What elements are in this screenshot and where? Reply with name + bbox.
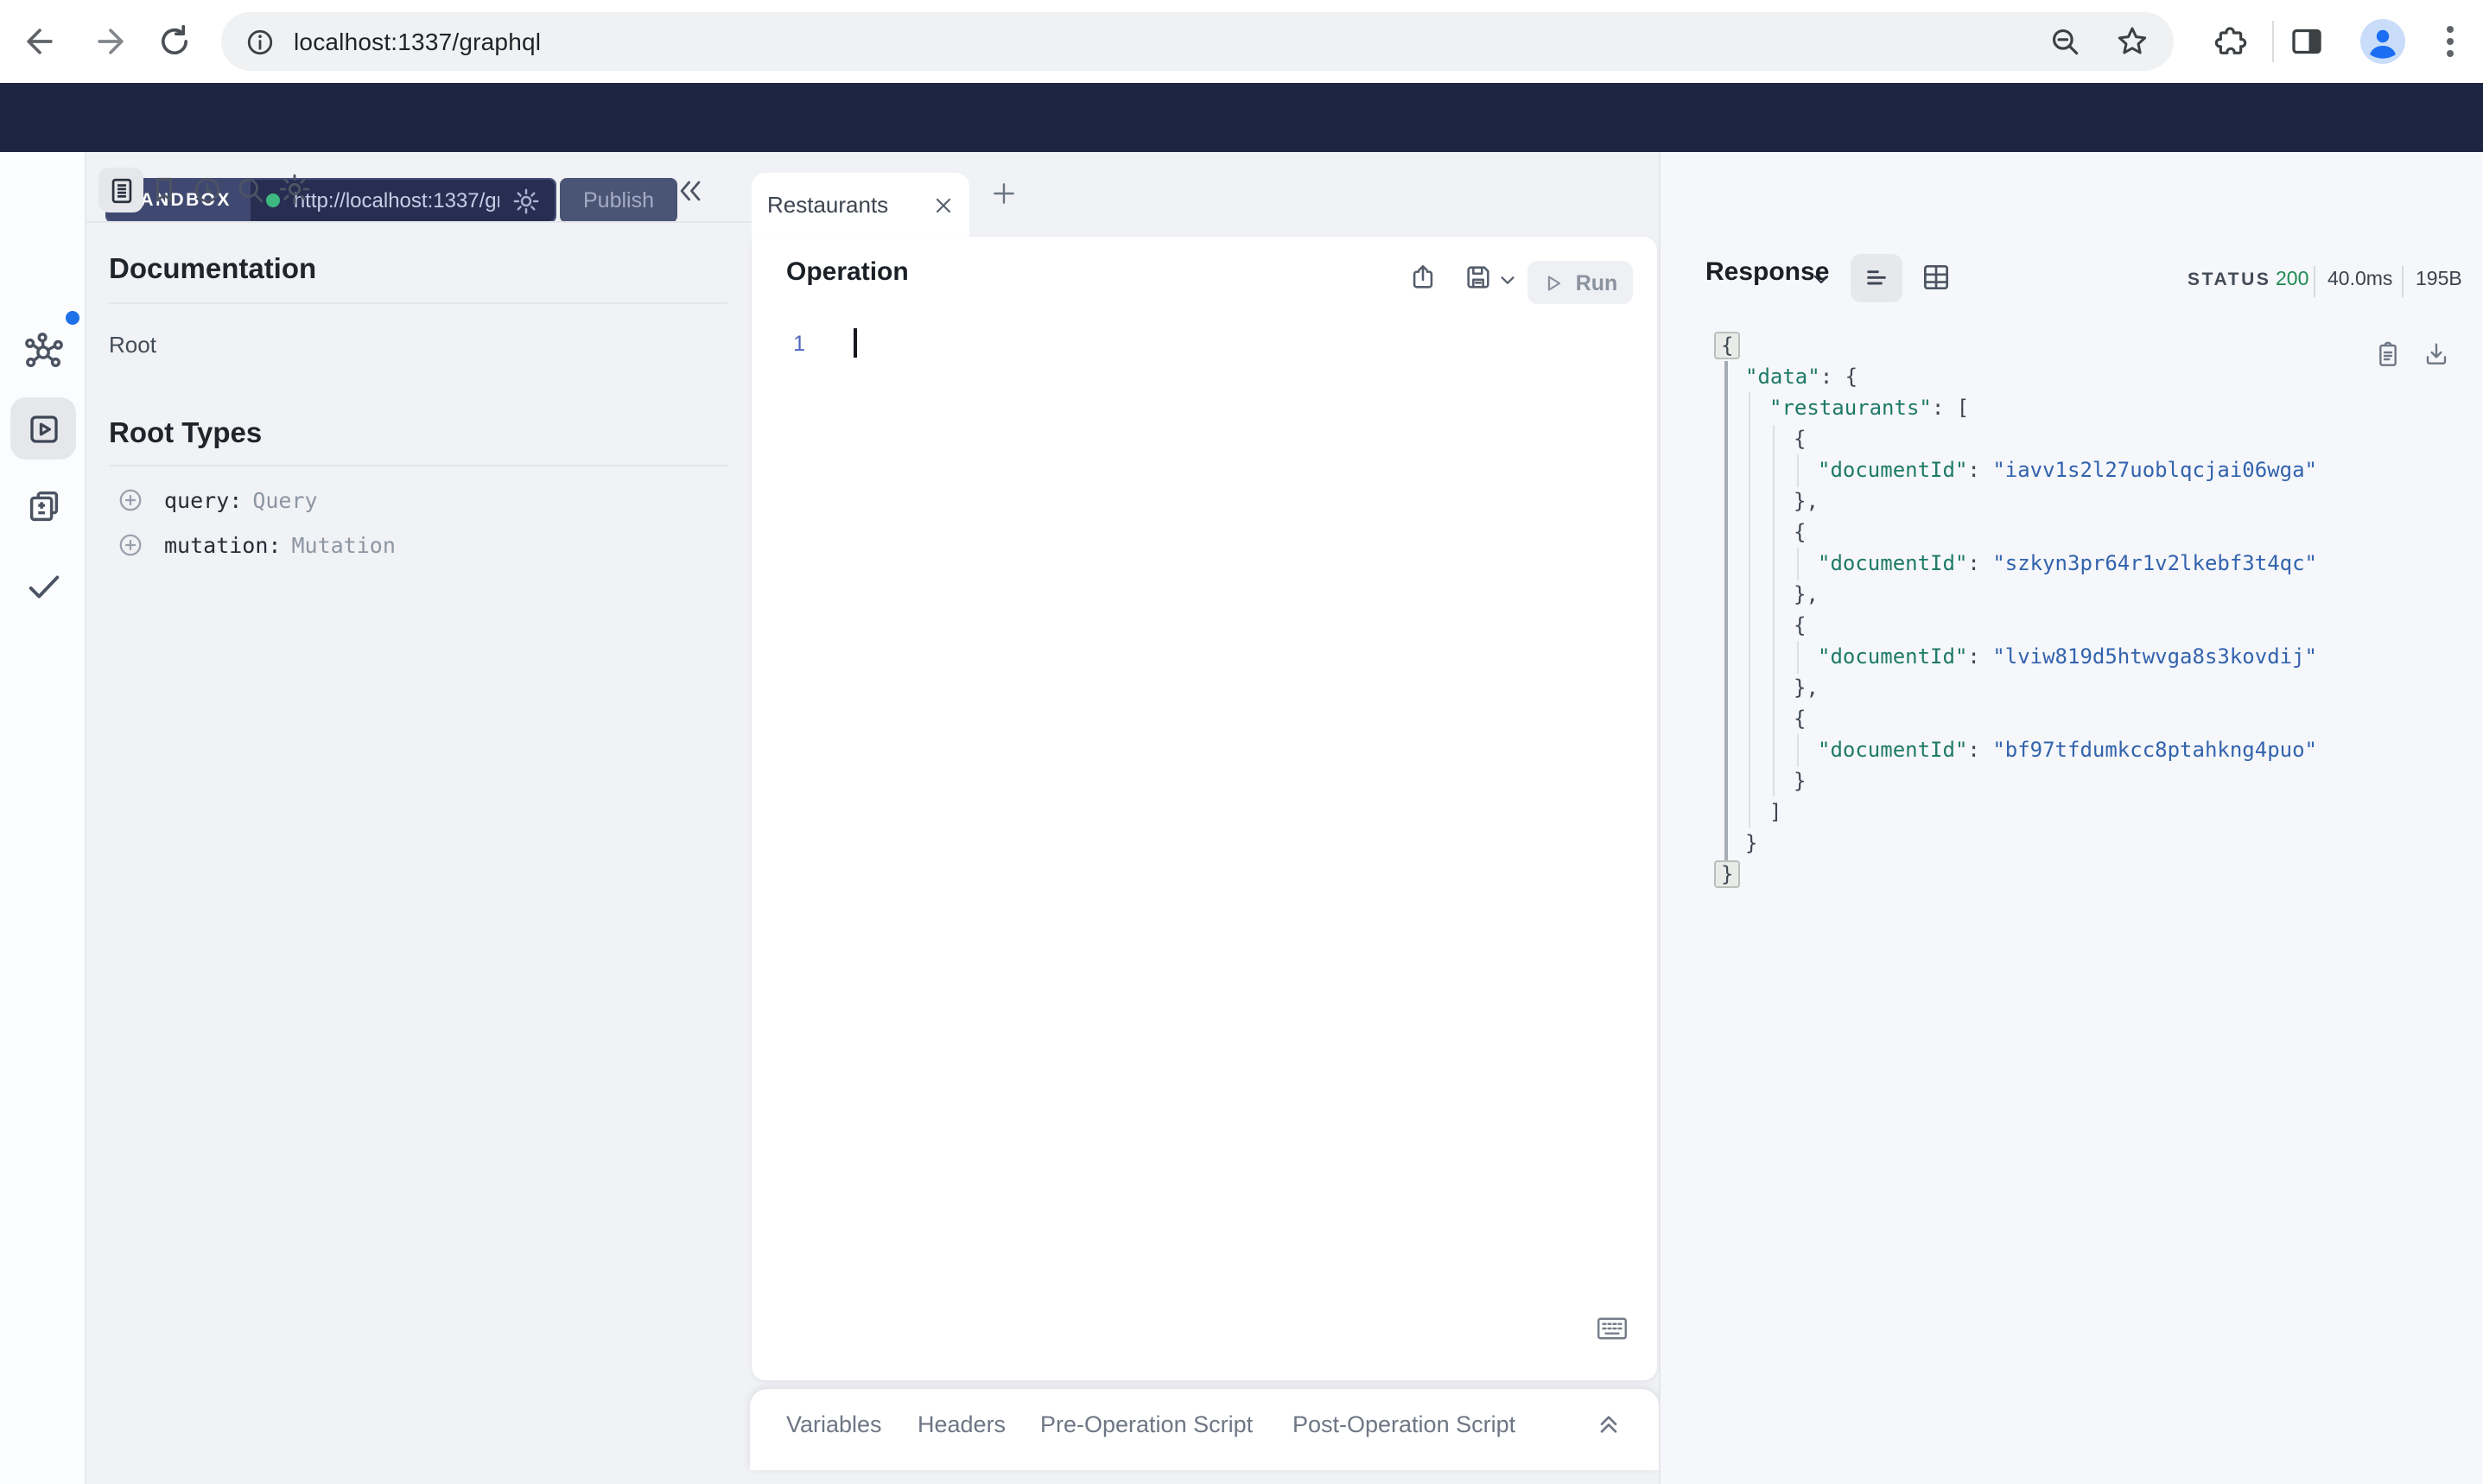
response-menu-chevron-icon[interactable]	[1811, 270, 1832, 290]
collapse-panel-icon[interactable]	[676, 176, 705, 206]
root-type-field[interactable]: query:	[164, 487, 242, 513]
new-tab-icon[interactable]	[990, 180, 1018, 207]
checks-icon[interactable]	[24, 567, 64, 606]
response-json-line: "documentId": "lviw819d5htwvga8s3kovdij"	[1818, 644, 2317, 669]
endpoint-settings-gear-icon[interactable]	[513, 187, 539, 213]
json-view-toggle[interactable]	[1851, 254, 1902, 302]
settings-gear-icon[interactable]	[278, 173, 311, 206]
root-type-name[interactable]: Query	[252, 487, 317, 513]
stat-divider	[2314, 266, 2315, 297]
toolbar-divider	[2272, 21, 2274, 62]
url-text[interactable]: localhost:1337/graphql	[294, 28, 2049, 55]
profile-avatar[interactable]	[2360, 19, 2405, 64]
browser-toolbar: localhost:1337/graphql	[0, 0, 2483, 83]
status-code: 200	[2276, 270, 2309, 290]
copy-response-icon[interactable]	[2374, 340, 2402, 368]
divider	[109, 465, 727, 466]
history-clock-icon[interactable]	[192, 174, 223, 206]
save-menu-chevron-icon[interactable]	[1498, 271, 1517, 290]
root-type-name[interactable]: Mutation	[291, 532, 395, 558]
collections-icon[interactable]	[24, 487, 64, 527]
tab-pre-operation-script[interactable]: Pre-Operation Script	[1040, 1411, 1253, 1437]
status-label: STATUS	[2188, 270, 2271, 290]
share-icon[interactable]	[1408, 263, 1438, 292]
response-json-line: }	[1794, 769, 1807, 793]
response-json-line: },	[1794, 489, 1819, 513]
extensions-icon[interactable]	[2213, 24, 2251, 62]
response-json-line: {	[1794, 613, 1807, 637]
tab-variables[interactable]: Variables	[786, 1411, 882, 1437]
close-tab-icon[interactable]	[933, 194, 954, 215]
tab-post-operation-script[interactable]: Post-Operation Script	[1292, 1411, 1515, 1437]
response-json-line: ]	[1769, 800, 1782, 824]
sandbox-header: A SANDBOX http://localhost:1337/gra... P…	[0, 83, 2483, 224]
response-json-line: "documentId": "iavv1s2l27uoblqcjai06wga"	[1818, 458, 2317, 482]
response-json-line: }	[1714, 859, 2317, 890]
explorer-nav-item[interactable]	[10, 397, 76, 460]
response-json-line: "restaurants": [	[1769, 396, 1970, 420]
response-json-line: "documentId": "bf97tfdumkcc8ptahkng4puo"	[1818, 738, 2317, 762]
keyboard-shortcuts-icon[interactable]	[1597, 1316, 1628, 1341]
zoom-out-icon[interactable]	[2049, 25, 2082, 58]
bookmark-star-icon[interactable]	[2115, 24, 2150, 59]
response-json-line: {	[1714, 330, 2317, 361]
response-json-line: "documentId": "szkyn3pr64r1v2lkebf3t4qc"	[1818, 551, 2317, 575]
search-icon[interactable]	[235, 174, 266, 206]
docs-title: Documentation	[109, 254, 317, 285]
left-nav-rail	[0, 152, 86, 1484]
reload-icon[interactable]	[156, 22, 194, 60]
forward-icon[interactable]	[92, 22, 130, 60]
operation-editor-area[interactable]	[786, 320, 1633, 1287]
run-play-icon	[1543, 272, 1564, 293]
rail-notification-dot	[66, 311, 79, 325]
save-icon[interactable]	[1464, 263, 1493, 292]
fold-marker[interactable]: {	[1714, 332, 1741, 359]
browser-menu-icon[interactable]	[2433, 22, 2467, 60]
response-json: {"data": {"restaurants": [{"documentId":…	[1714, 330, 2317, 890]
divider	[109, 302, 727, 304]
side-panel-icon[interactable]	[2289, 24, 2327, 62]
documentation-tab-icon[interactable]	[98, 168, 143, 212]
run-label: Run	[1575, 270, 1618, 295]
response-json-line: },	[1794, 675, 1819, 700]
response-json-line: {	[1794, 520, 1807, 544]
tab-headers[interactable]: Headers	[918, 1411, 1006, 1437]
site-info-icon[interactable]	[245, 27, 275, 56]
saved-operations-bookmark-icon[interactable]	[149, 174, 180, 206]
response-json-line: }	[1745, 831, 1758, 855]
operation-panel-title: Operation	[786, 257, 909, 287]
publish-button[interactable]: Publish	[560, 178, 677, 223]
response-json-line: },	[1794, 582, 1819, 606]
root-type-query-row[interactable]: query: Query	[117, 487, 318, 513]
docs-root-link[interactable]: Root	[109, 332, 156, 358]
response-json-line: "data": {	[1745, 365, 1858, 389]
response-json-line: {	[1794, 707, 1807, 731]
operation-tab-label[interactable]: Restaurants	[767, 192, 933, 218]
table-view-toggle[interactable]	[1920, 261, 1953, 294]
operation-tab[interactable]: Restaurants	[752, 173, 969, 237]
endpoint-url-text: http://localhost:1337/gra...	[293, 188, 499, 212]
run-button[interactable]: Run	[1527, 261, 1633, 304]
expand-plus-icon[interactable]	[117, 487, 143, 513]
toolbar-divider	[86, 221, 752, 223]
stat-divider	[2402, 266, 2404, 297]
response-time: 40.0ms	[2327, 270, 2393, 290]
schema-graph-icon[interactable]	[24, 332, 64, 371]
root-type-field[interactable]: mutation:	[164, 532, 281, 558]
fold-marker[interactable]: }	[1714, 860, 1741, 888]
root-type-mutation-row[interactable]: mutation: Mutation	[117, 532, 396, 558]
app-window: localhost:1337/graphql A SANDBOX	[0, 0, 2483, 1484]
expand-plus-icon[interactable]	[117, 532, 143, 558]
collapse-up-icon[interactable]	[1595, 1410, 1623, 1437]
root-types-title: Root Types	[109, 418, 263, 449]
response-json-line: {	[1794, 427, 1807, 451]
address-bar[interactable]: localhost:1337/graphql	[221, 12, 2174, 71]
back-icon[interactable]	[21, 22, 59, 60]
response-size: 195B	[2416, 270, 2462, 290]
download-response-icon[interactable]	[2423, 340, 2450, 368]
